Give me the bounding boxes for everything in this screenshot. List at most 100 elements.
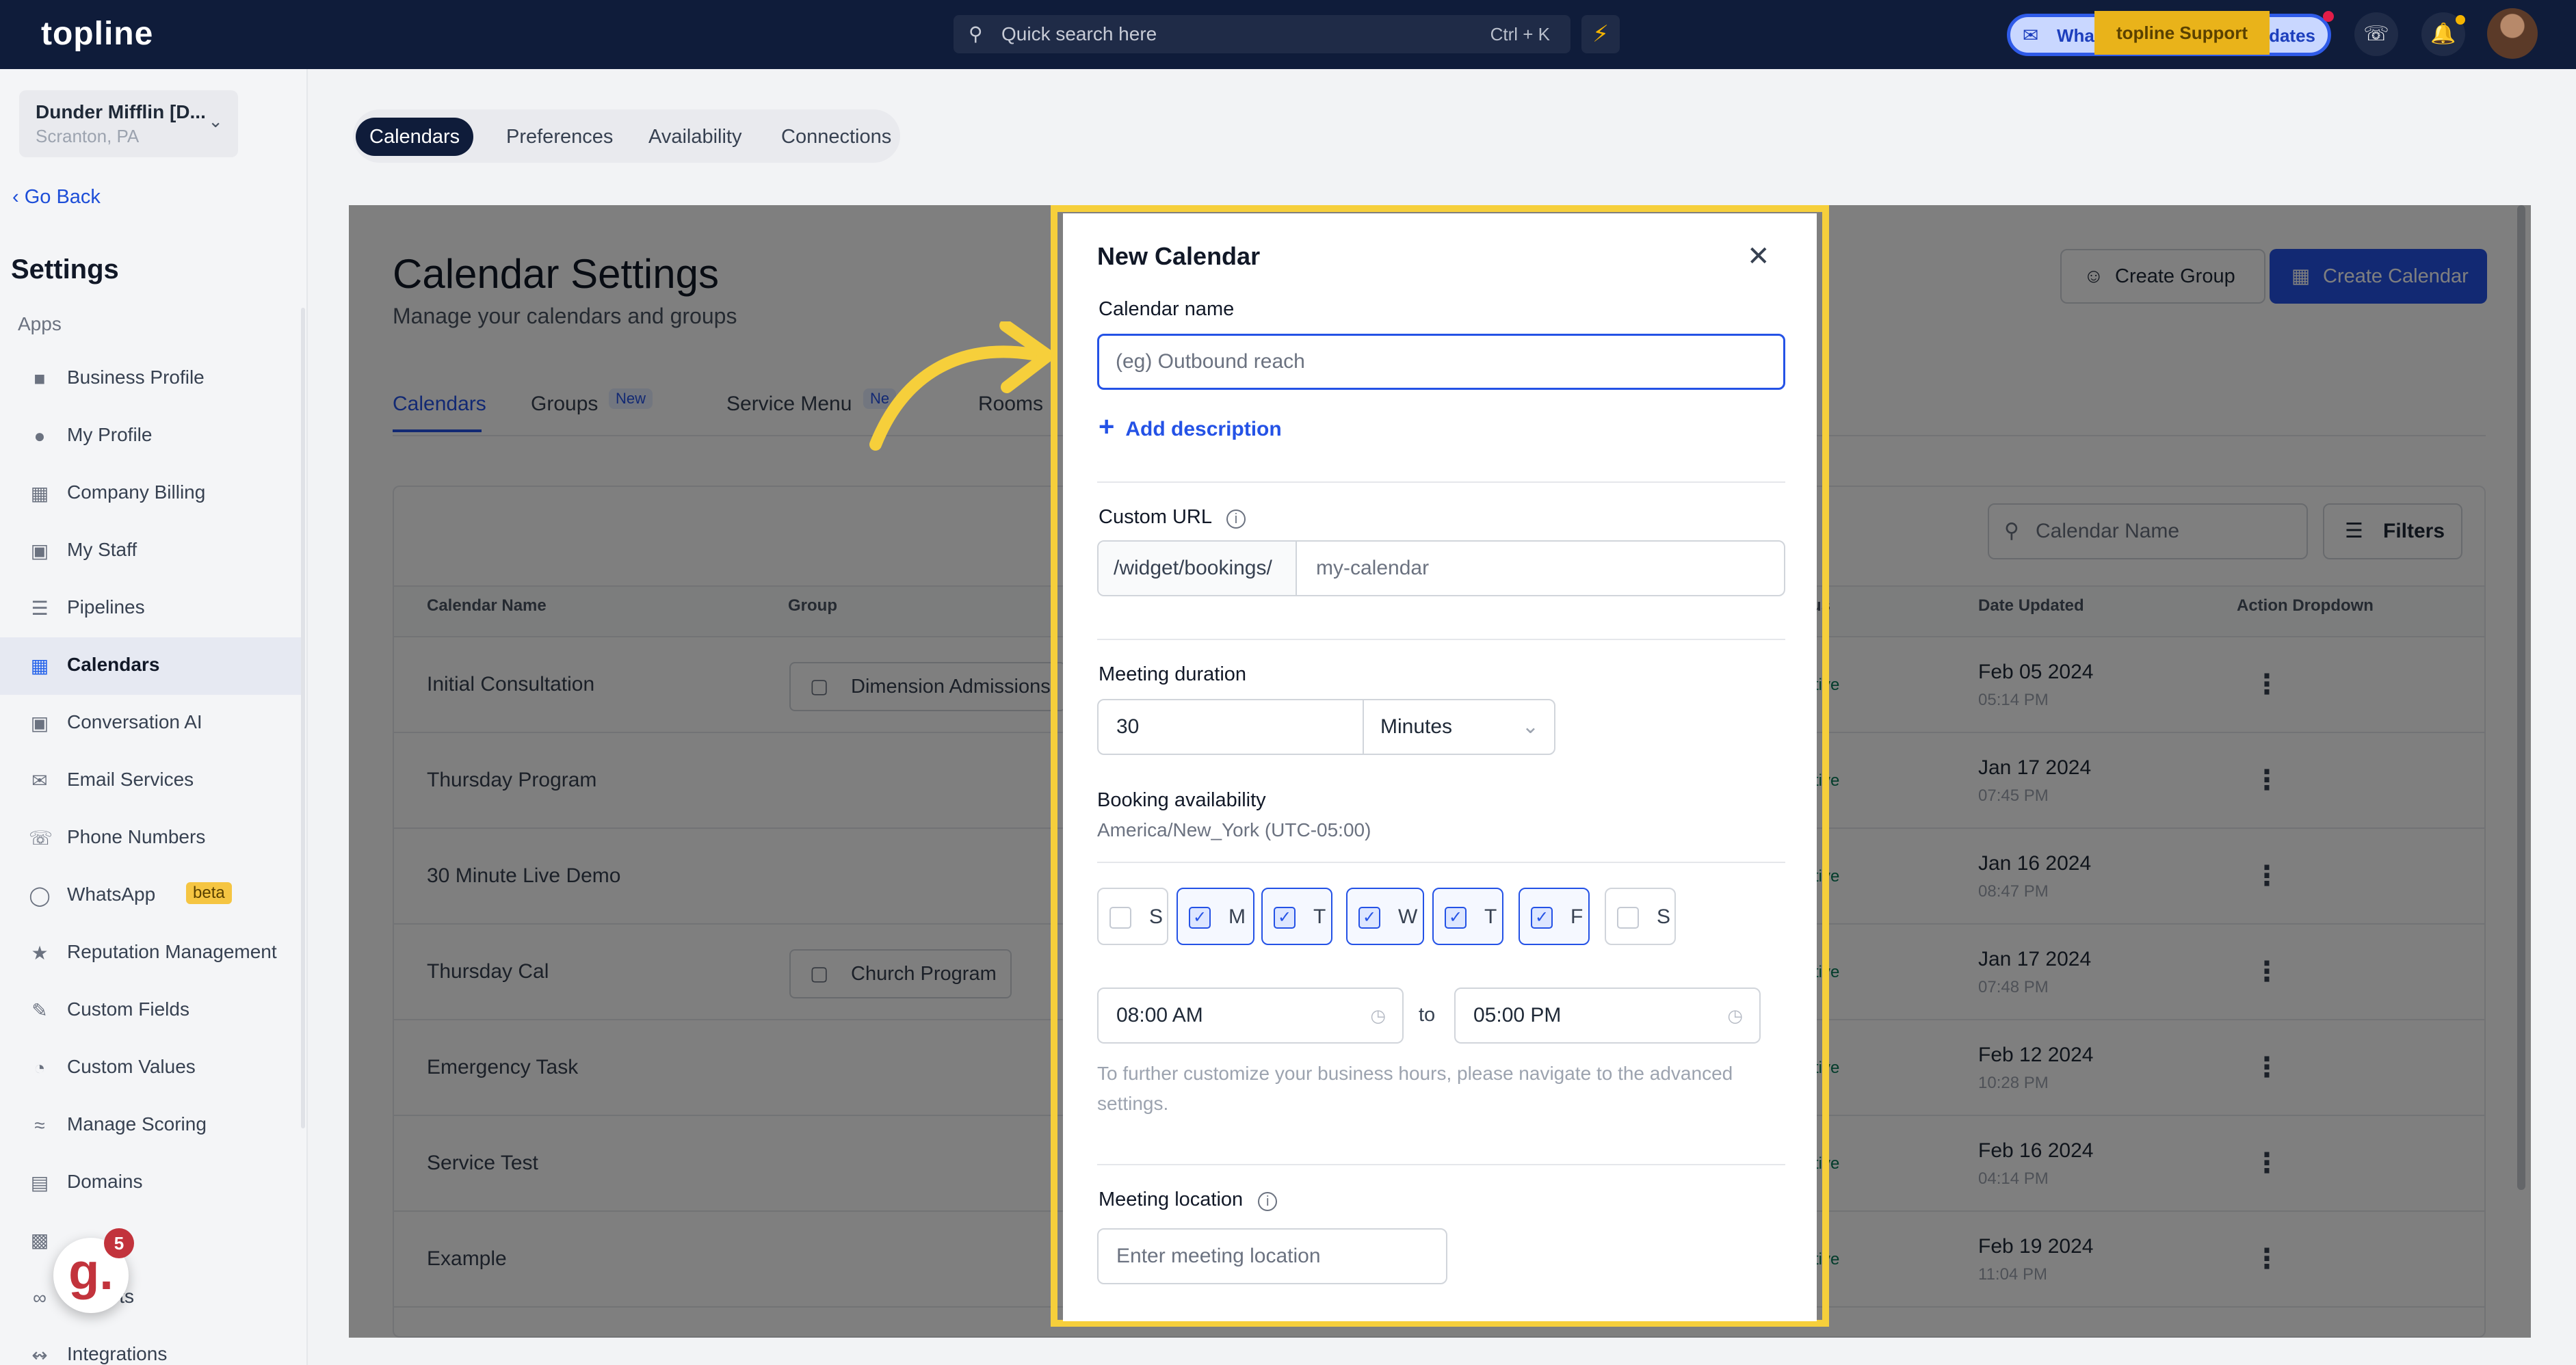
sidebar-item-domains[interactable]: ▤ Domains bbox=[0, 1154, 305, 1212]
day-checkbox[interactable]: ✓ T bbox=[1432, 888, 1503, 945]
staff-icon: ▣ bbox=[30, 540, 49, 561]
sidebar-item-label: WhatsApp bbox=[67, 884, 156, 905]
sidebar-item-pipelines[interactable]: ☰ Pipelines bbox=[0, 580, 305, 637]
day-label: S bbox=[1149, 905, 1164, 928]
calendar-name-input[interactable]: (eg) Outbound reach bbox=[1097, 334, 1785, 390]
quick-search[interactable]: ⚲ Quick search here Ctrl + K bbox=[954, 15, 1570, 53]
sidebar-item-company-billing[interactable]: ▦ Company Billing bbox=[0, 465, 305, 522]
sidebar-item-my-profile[interactable]: ● My Profile bbox=[0, 408, 305, 465]
tab-calendars[interactable]: Calendars bbox=[356, 118, 474, 156]
domain-icon: ▤ bbox=[30, 1172, 49, 1193]
sidebar-item-edirects[interactable]: ∞edirects bbox=[0, 1269, 305, 1327]
sidebar-item-integrations[interactable]: ↭ Integrations bbox=[0, 1327, 305, 1365]
meeting-location-placeholder: Enter meeting location bbox=[1116, 1245, 1321, 1267]
custom-url-group: /widget/bookings/ my-calendar bbox=[1097, 540, 1785, 596]
grid-icon: ▦ bbox=[30, 483, 49, 504]
sidebar-item-label: Phone Numbers bbox=[67, 826, 206, 847]
app-logo[interactable]: topline bbox=[41, 15, 153, 53]
meeting-duration-label: Meeting duration bbox=[1099, 663, 1247, 685]
sidebar-item-label: Business Profile bbox=[67, 367, 205, 388]
info-icon[interactable]: i bbox=[1226, 509, 1246, 529]
chevron-down-icon: ⌄ bbox=[1521, 715, 1539, 738]
settings-tabs: Calendars Preferences Availability Conne… bbox=[353, 109, 900, 163]
booking-availability-label: Booking availability bbox=[1097, 789, 1266, 811]
close-icon[interactable]: ✕ bbox=[1747, 241, 1770, 272]
phone-icon[interactable]: ☏ bbox=[2354, 12, 2398, 56]
sidebar-item-my-staff[interactable]: ▣ My Staff bbox=[0, 522, 305, 580]
meeting-location-input[interactable]: Enter meeting location bbox=[1097, 1228, 1447, 1284]
custom-url-label-text: Custom URL bbox=[1099, 506, 1211, 528]
timezone-label[interactable]: America/New_York (UTC-05:00) bbox=[1097, 819, 1371, 841]
sidebar-item-custom-values[interactable]: ◔ Custom Values bbox=[0, 1039, 305, 1097]
calendar-icon: ▦ bbox=[30, 655, 49, 676]
star-icon: ★ bbox=[31, 942, 49, 964]
tab-preferences[interactable]: Preferences bbox=[492, 118, 627, 156]
sidebar-item-phone-numbers[interactable]: ☏ Phone Numbers bbox=[0, 810, 305, 867]
sidebar-item-manage-scoring[interactable]: ≈ Manage Scoring bbox=[0, 1097, 305, 1154]
end-time-input[interactable]: 05:00 PM ◷ bbox=[1454, 988, 1761, 1044]
beta-badge: beta bbox=[186, 882, 232, 904]
account-location: Scranton, PA bbox=[36, 126, 140, 146]
sidebar-item-label: Conversation AI bbox=[67, 711, 202, 732]
avatar[interactable] bbox=[2487, 8, 2538, 59]
sidebar-item-conversation-ai[interactable]: ▣ Conversation AI bbox=[0, 695, 305, 752]
edit-icon: ✎ bbox=[31, 1000, 48, 1021]
custom-url-input[interactable]: my-calendar bbox=[1297, 542, 1783, 595]
go-back-link[interactable]: ‹ Go Back bbox=[12, 186, 101, 209]
business-hours-hint: To further customize your business hours… bbox=[1097, 1063, 1733, 1114]
sidebar-item-custom-fields[interactable]: ✎ Custom Fields bbox=[0, 982, 305, 1039]
updates-label: dates bbox=[2269, 25, 2315, 46]
start-time-input[interactable]: 08:00 AM ◷ bbox=[1097, 988, 1404, 1044]
whats-new-label: What bbox=[2057, 25, 2101, 46]
url-prefix: /widget/bookings/ bbox=[1099, 542, 1297, 595]
calendar-name-placeholder: (eg) Outbound reach bbox=[1116, 350, 1305, 373]
account-switcher[interactable]: Dunder Mifflin [D... Scranton, PA ⌄ bbox=[19, 90, 238, 157]
support-button[interactable]: topline Support bbox=[2094, 11, 2270, 55]
sidebar-item-email-services[interactable]: ✉ Email Services bbox=[0, 752, 305, 810]
divider bbox=[1097, 1164, 1785, 1165]
mail-icon: ✉ bbox=[31, 770, 48, 791]
search-icon: ⚲ bbox=[969, 23, 983, 44]
sidebar-item-label: Company Billing bbox=[67, 481, 206, 503]
sidebar-item-whatsapp[interactable]: ◯ WhatsApp beta bbox=[0, 867, 305, 925]
duration-unit-value: Minutes bbox=[1380, 715, 1453, 738]
sidebar-item-label: Domains bbox=[67, 1171, 143, 1192]
checkbox-empty-icon bbox=[1617, 907, 1639, 929]
sidebar-item-calendars[interactable]: ▦ Calendars bbox=[0, 637, 305, 695]
day-checkbox[interactable]: ✓ F bbox=[1519, 888, 1590, 945]
gleap-count-badge: 5 bbox=[104, 1228, 134, 1258]
whatsapp-icon: ◯ bbox=[29, 885, 51, 906]
sidebar-item-label: Custom Fields bbox=[67, 998, 189, 1020]
add-description-label: Add description bbox=[1125, 418, 1282, 440]
pie-icon: ◔ bbox=[34, 1057, 46, 1078]
briefcase-icon: ■ bbox=[34, 368, 46, 389]
sidebar-item-business-profile[interactable]: ■ Business Profile bbox=[0, 350, 305, 408]
day-checkbox[interactable]: ✓ T bbox=[1261, 888, 1332, 945]
tab-connections[interactable]: Connections bbox=[767, 118, 905, 156]
tab-availability[interactable]: Availability bbox=[635, 118, 755, 156]
media-icon: ▩ bbox=[30, 1230, 49, 1251]
bolt-icon[interactable]: ⚡ bbox=[1581, 15, 1620, 53]
day-checkbox[interactable]: ✓ W bbox=[1346, 888, 1424, 945]
checkbox-checked-icon: ✓ bbox=[1531, 907, 1553, 929]
day-label: F bbox=[1570, 905, 1583, 928]
info-icon[interactable]: i bbox=[1258, 1192, 1278, 1211]
sidebar-scrollbar[interactable] bbox=[301, 308, 305, 1128]
sidebar-item-label: Reputation Management bbox=[67, 941, 277, 962]
sidebar-item-item-15[interactable]: ▩ bbox=[0, 1212, 305, 1269]
duration-value-input[interactable]: 30 bbox=[1099, 700, 1364, 754]
day-checkbox[interactable]: S bbox=[1097, 888, 1168, 945]
add-description-link[interactable]: + Add description bbox=[1099, 412, 1282, 442]
clock-icon: ◷ bbox=[1370, 1005, 1386, 1026]
duration-unit-select[interactable]: Minutes ⌄ bbox=[1364, 700, 1554, 754]
day-checkbox[interactable]: S bbox=[1605, 888, 1676, 945]
sidebar-item-reputation-management[interactable]: ★ Reputation Management bbox=[0, 925, 305, 982]
section-label: Apps bbox=[18, 313, 62, 334]
divider bbox=[1097, 481, 1785, 483]
day-checkbox[interactable]: ✓ M bbox=[1177, 888, 1254, 945]
sidebar-item-label: Email Services bbox=[67, 769, 194, 790]
pointer-arrow-icon bbox=[869, 321, 1054, 451]
go-back-label: Go Back bbox=[24, 186, 101, 208]
chat-bubbles-icon: ▣ bbox=[30, 713, 49, 734]
day-label: T bbox=[1484, 905, 1497, 928]
